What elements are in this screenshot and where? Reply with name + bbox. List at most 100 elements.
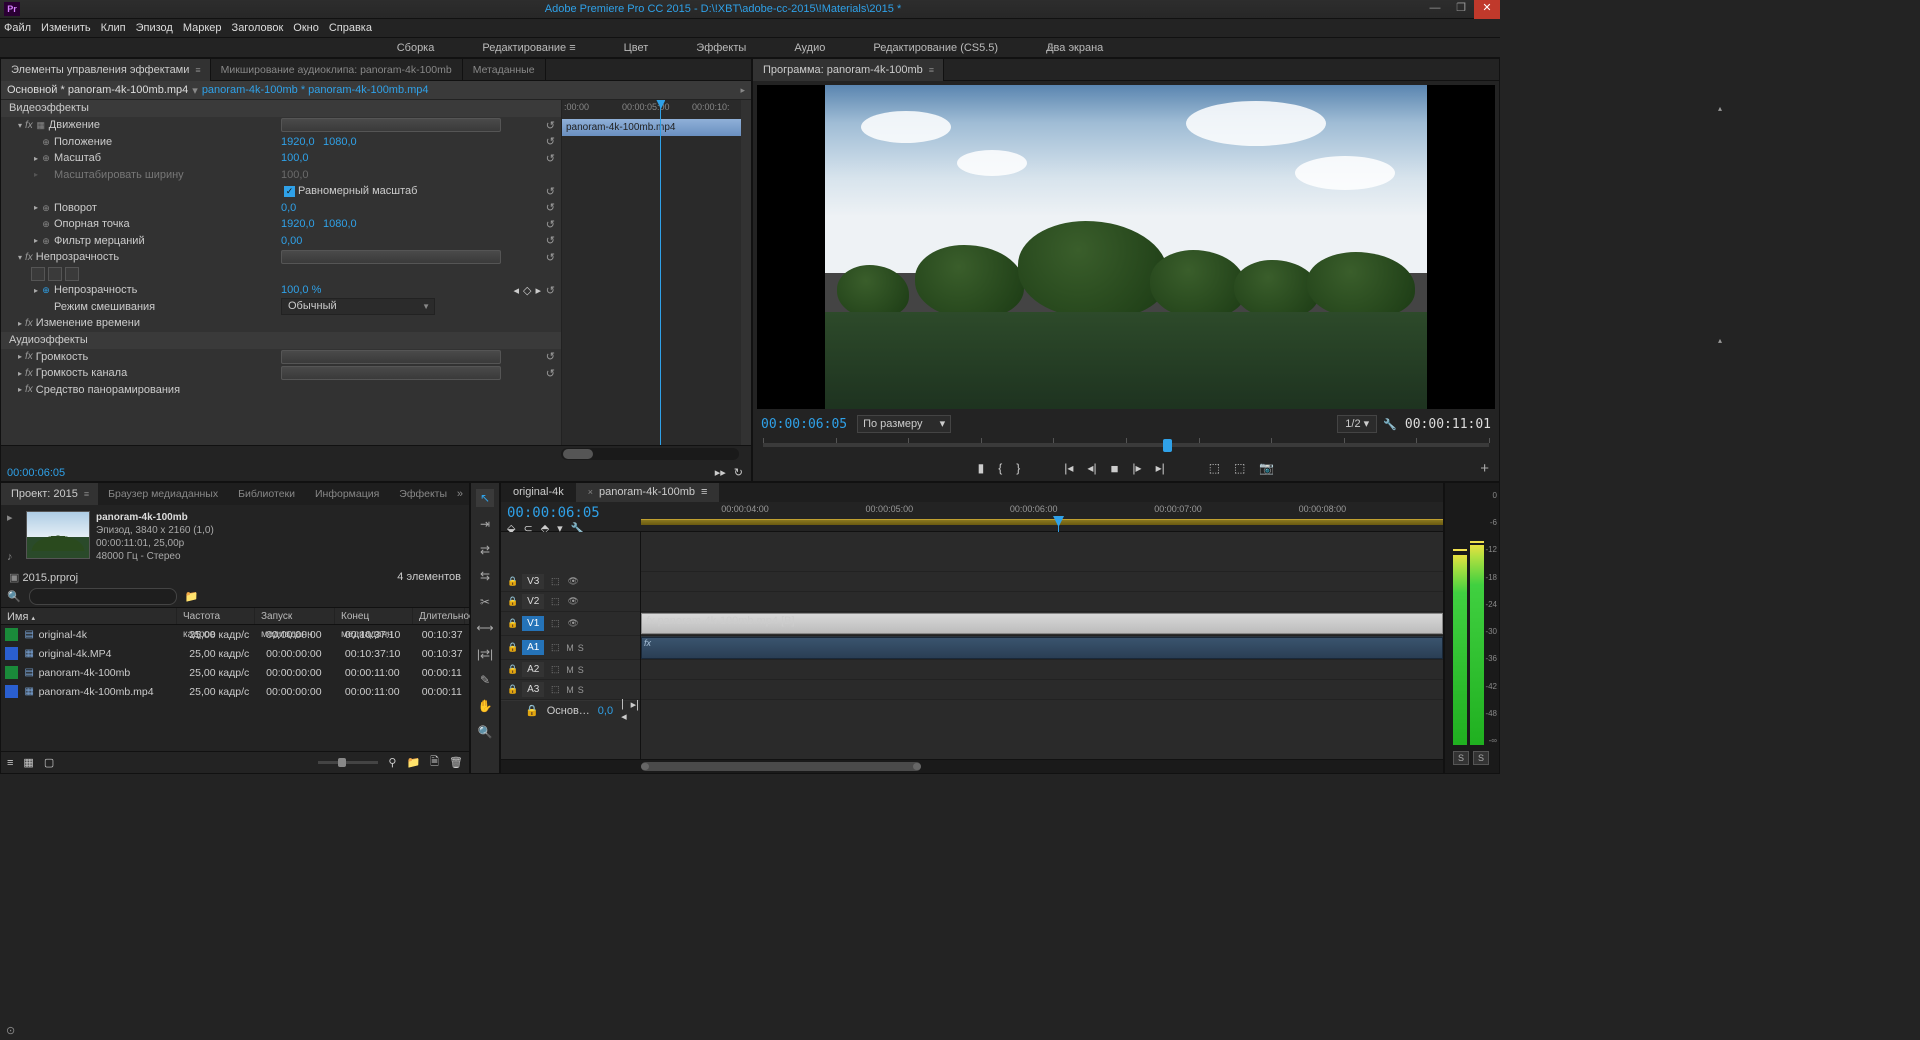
effect-channel-volume[interactable]: ▸fxГромкость канала↺ (1, 365, 561, 382)
effect-panner[interactable]: ▸fxСредство панорамирования (1, 382, 561, 399)
program-monitor[interactable] (757, 85, 1495, 409)
label-color-swatch[interactable] (5, 666, 18, 679)
zoom-tool-icon[interactable]: 🔍 (476, 723, 494, 741)
auto-find-icon[interactable]: ⚲ (388, 756, 396, 769)
goto-out-icon[interactable]: ▸| (1156, 461, 1165, 475)
settings-icon[interactable]: 🔧 (1383, 418, 1397, 431)
icon-view-icon[interactable]: ▦ (23, 756, 33, 769)
solo-icon[interactable]: S (578, 685, 584, 695)
prop-scale[interactable]: ▸⊕Масштаб 100,0 ↺ (1, 150, 561, 167)
workspace-menu-icon[interactable]: ≡ (569, 42, 575, 54)
label-color-swatch[interactable] (5, 685, 18, 698)
track-v3[interactable]: 🔒V3⬚👁 (501, 572, 640, 592)
ripple-tool-icon[interactable]: ⇄ (476, 541, 494, 559)
toggle-output-icon[interactable]: ⬚ (548, 684, 562, 696)
menu-help[interactable]: Справка (329, 22, 372, 34)
track-v1[interactable]: 🔒V1⬚👁 (501, 612, 640, 636)
eye-icon[interactable]: 👁 (566, 618, 580, 630)
timeline-ruler[interactable]: 00:00:04:00 00:00:05:00 00:00:06:00 00:0… (641, 502, 1443, 531)
panel-menu-icon[interactable]: ≡ (195, 65, 199, 75)
reset-icon[interactable]: ↺ (546, 284, 555, 297)
export-frame-icon[interactable]: 📷 (1259, 461, 1274, 475)
program-tc-current[interactable]: 00:00:06:05 (761, 417, 847, 432)
lift-icon[interactable]: ⬚ (1209, 461, 1220, 475)
timeline-timecode[interactable]: 00:00:06:05 (507, 505, 635, 521)
tab-effect-controls[interactable]: Элементы управления эффектами≡ (1, 59, 211, 81)
project-item[interactable]: ▦original-4k.MP425,00 кадр/с00:00:00:000… (1, 644, 469, 663)
reset-icon[interactable]: ↺ (546, 119, 555, 132)
bin-icon[interactable]: ▣ (9, 572, 19, 584)
chevron-down-icon[interactable]: ▾ (192, 84, 198, 97)
slip-tool-icon[interactable]: |⇄| (476, 645, 494, 663)
program-scrubber[interactable] (753, 435, 1499, 455)
delete-icon[interactable]: 🗑 (449, 756, 463, 769)
sort-asc-icon[interactable]: ▴ (31, 615, 35, 622)
reset-icon[interactable]: ↺ (546, 350, 555, 363)
panel-menu-icon[interactable]: ≡ (701, 486, 707, 498)
maximize-button[interactable]: ❐ (1448, 0, 1474, 19)
tab-metadata[interactable]: Метаданные (463, 59, 546, 81)
prop-uniform-scale[interactable]: ✓ Равномерный масштаб ↺ (1, 183, 561, 200)
menu-edit[interactable]: Изменить (41, 22, 91, 34)
tab-overflow-icon[interactable]: » (457, 488, 463, 500)
checkbox-checked-icon[interactable]: ✓ (284, 186, 295, 197)
workspace-editing[interactable]: Редактирование ≡ (482, 42, 575, 54)
label-color-swatch[interactable] (5, 628, 18, 641)
ec-mini-playhead[interactable] (660, 100, 661, 445)
button-editor-icon[interactable]: + (1480, 460, 1489, 477)
menu-title[interactable]: Заголовок (232, 22, 284, 34)
hand-tool-icon[interactable]: ✋ (476, 697, 494, 715)
close-button[interactable]: ✕ (1474, 0, 1500, 19)
label-color-swatch[interactable] (5, 647, 18, 660)
new-bin-icon[interactable]: 📁 (185, 590, 199, 603)
solo-right-button[interactable]: S (1473, 751, 1489, 765)
mask-ellipse-icon[interactable] (31, 267, 45, 281)
prop-opacity-value[interactable]: ▸⊕Непрозрачность 100,0 % ◂◇▸ ↺ (1, 282, 561, 299)
timeline-hscroll[interactable] (501, 759, 1443, 773)
thumb-audio-icon[interactable]: ♪ (7, 551, 20, 563)
effect-volume[interactable]: ▸fxГромкость↺ (1, 349, 561, 366)
project-item[interactable]: ▤original-4k25,00 кадр/с00:00:00:0000:10… (1, 625, 469, 644)
search-icon[interactable]: 🔍 (7, 590, 21, 603)
track-a3[interactable]: 🔒A3⬚MS (501, 680, 640, 700)
tab-program[interactable]: Программа: panoram-4k-100mb≡ (753, 59, 944, 81)
solo-icon[interactable]: S (578, 665, 584, 675)
track-a2[interactable]: 🔒A2⬚MS (501, 660, 640, 680)
mute-icon[interactable]: M (566, 665, 574, 675)
mask-pen-icon[interactable] (65, 267, 79, 281)
tab-audio-clip-mixer[interactable]: Микширование аудиоклипа: panoram-4k-100m… (211, 59, 463, 81)
rolling-tool-icon[interactable]: ⇆ (476, 567, 494, 585)
mask-rect-icon[interactable] (48, 267, 62, 281)
menu-marker[interactable]: Маркер (183, 22, 222, 34)
panel-menu-icon[interactable]: ≡ (84, 489, 88, 499)
tab-info[interactable]: Информация (305, 483, 389, 505)
eye-icon[interactable]: 👁 (566, 596, 580, 608)
play-icon[interactable]: ■ (1111, 461, 1119, 476)
reset-icon[interactable]: ↺ (546, 135, 555, 148)
menu-window[interactable]: Окно (293, 22, 319, 34)
project-item[interactable]: ▦panoram-4k-100mb.mp425,00 кадр/с00:00:0… (1, 682, 469, 701)
project-item[interactable]: ▤panoram-4k-100mb25,00 кадр/с00:00:00:00… (1, 663, 469, 682)
close-tab-icon[interactable]: × (588, 487, 593, 497)
menu-clip[interactable]: Клип (101, 22, 126, 34)
workspace-color[interactable]: Цвет (624, 42, 649, 54)
timeline-tab-1[interactable]: original-4k (501, 483, 576, 502)
toggle-output-icon[interactable]: ⬚ (548, 642, 562, 654)
ec-hscroll[interactable] (561, 448, 739, 460)
prop-flicker[interactable]: ▸⊕Фильтр мерцаний 0,00 ↺ (1, 233, 561, 250)
eye-icon[interactable]: 👁 (566, 576, 580, 588)
solo-icon[interactable]: S (578, 643, 584, 653)
tab-libraries[interactable]: Библиотеки (228, 483, 305, 505)
minimize-button[interactable]: — (1422, 0, 1448, 19)
ec-mini-timeline[interactable]: :00:00 00:00:05:00 00:00:10: panoram-4k-… (561, 100, 741, 445)
prop-rotation[interactable]: ▸⊕Поворот 0,0 ↺ (1, 200, 561, 217)
program-zoom-dropdown[interactable]: По размеру кадра▾ (857, 415, 951, 433)
tab-project[interactable]: Проект: 2015≡ (1, 483, 98, 505)
mute-icon[interactable]: M (566, 685, 574, 695)
track-v2[interactable]: 🔒V2⬚👁 (501, 592, 640, 612)
workspace-cs55[interactable]: Редактирование (CS5.5) (873, 42, 998, 54)
reset-icon[interactable]: ↺ (546, 152, 555, 165)
timeline-tab-2[interactable]: ×panoram-4k-100mb≡ (576, 483, 720, 502)
kf-add-icon[interactable]: ◇ (523, 284, 531, 297)
effect-time-remap[interactable]: ▸fxИзменение времени (1, 315, 561, 332)
